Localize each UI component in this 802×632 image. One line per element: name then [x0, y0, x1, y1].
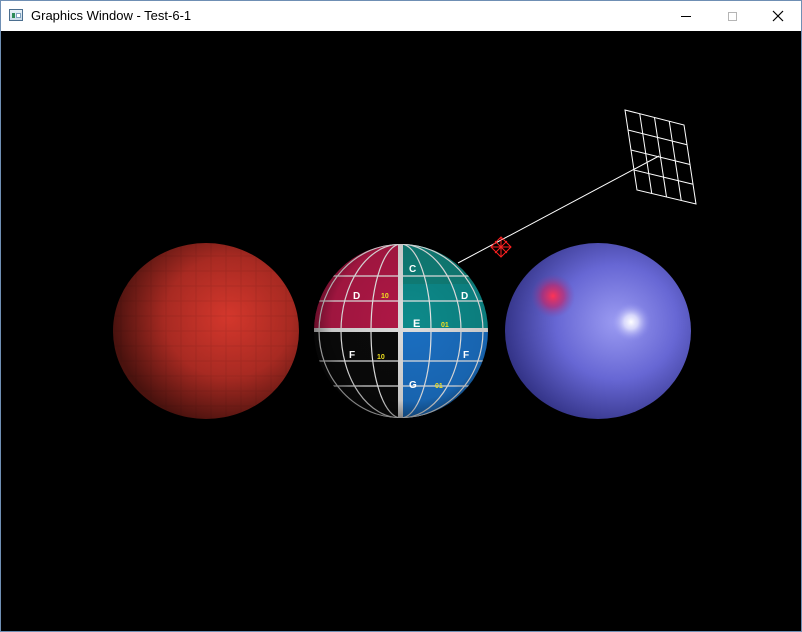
- textured-sphere: [314, 244, 488, 418]
- texture-label: F: [463, 350, 469, 361]
- texture-label: C: [409, 264, 416, 275]
- wireframe-grid-plane: [624, 109, 697, 205]
- texture-label: D: [353, 291, 360, 302]
- app-window-icon: [9, 9, 23, 21]
- texture-label: 01: [441, 322, 449, 329]
- light-direction-line: [457, 155, 660, 264]
- flat-shaded-red-sphere: [113, 243, 299, 419]
- minimize-button[interactable]: [663, 1, 709, 31]
- smooth-shaded-blue-sphere: [505, 243, 691, 419]
- light-marker: [490, 236, 512, 258]
- window-title: Graphics Window - Test-6-1: [31, 8, 192, 23]
- texture-label: D: [461, 291, 468, 302]
- texture-label: E: [413, 318, 420, 330]
- render-viewport[interactable]: C D 10 D E 01 F 10 F G 01: [1, 31, 801, 631]
- maximize-icon: [727, 11, 737, 21]
- texture-label: G: [409, 380, 417, 391]
- maximize-button[interactable]: [709, 1, 755, 31]
- close-button[interactable]: [755, 1, 801, 31]
- texture-label: 01: [435, 383, 443, 390]
- texture-label: 10: [381, 293, 389, 300]
- graphics-window: Graphics Window - Test-6-1 C D 10 D E 01…: [0, 0, 802, 632]
- scene-canvas: C D 10 D E 01 F 10 F G 01: [113, 109, 697, 419]
- minimize-icon: [681, 15, 691, 17]
- title-bar[interactable]: Graphics Window - Test-6-1: [1, 1, 801, 31]
- close-icon: [772, 10, 784, 22]
- texture-label: F: [349, 350, 355, 361]
- texture-label: 10: [377, 354, 385, 361]
